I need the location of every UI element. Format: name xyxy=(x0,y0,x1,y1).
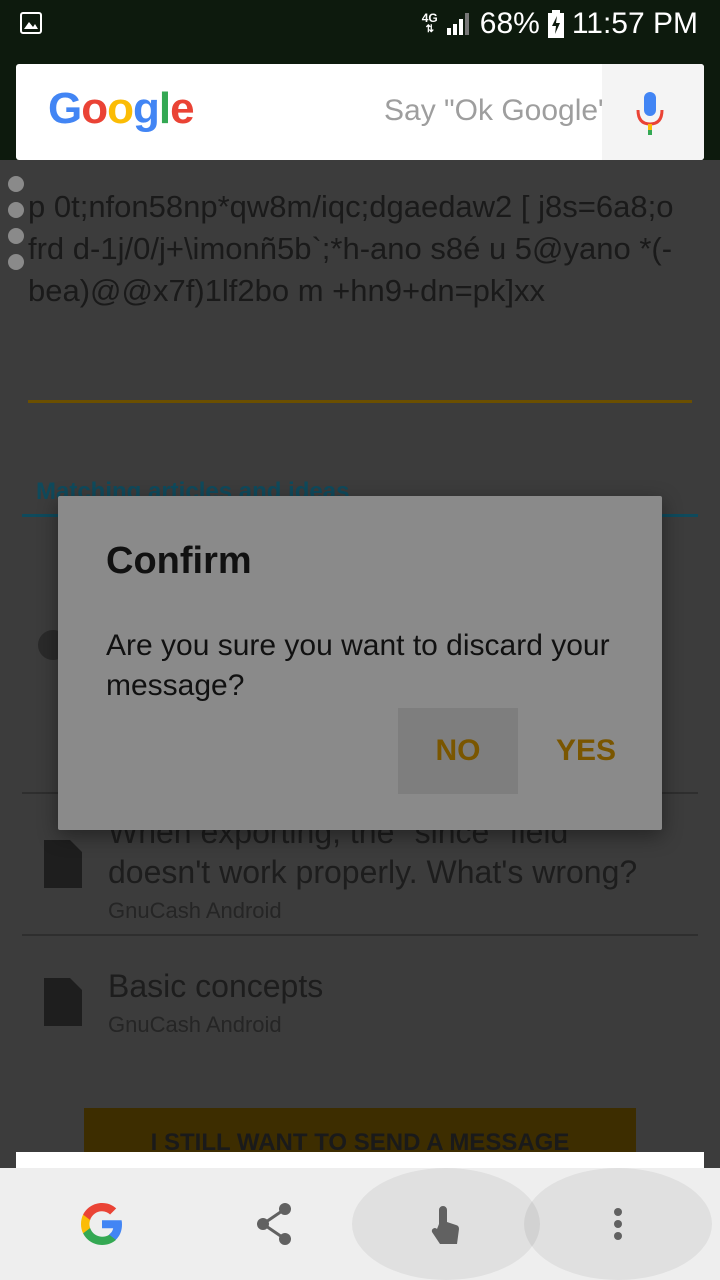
voice-search-button[interactable] xyxy=(602,64,704,160)
yes-button[interactable]: YES xyxy=(536,708,636,794)
message-field-underline xyxy=(28,400,692,403)
google-logo: Google xyxy=(48,84,195,133)
touch-icon xyxy=(431,1206,460,1244)
document-icon xyxy=(44,840,82,888)
google-app-button[interactable] xyxy=(16,1168,188,1280)
confirm-dialog: Confirm Are you sure you want to discard… xyxy=(58,496,662,830)
dialog-title: Confirm xyxy=(106,540,252,582)
dialog-message: Are you sure you want to discard your me… xyxy=(106,629,610,702)
more-vert-icon xyxy=(614,1208,622,1240)
article-title: Basic concepts xyxy=(108,968,324,1004)
search-hint: Say "Ok Google" xyxy=(384,94,609,127)
share-icon xyxy=(257,1203,291,1245)
image-notification-icon xyxy=(20,12,42,34)
document-icon xyxy=(44,978,82,1026)
article-title: doesn't work properly. What's wrong? xyxy=(108,854,638,890)
touch-button[interactable] xyxy=(360,1168,532,1280)
battery-charging-icon xyxy=(547,10,564,38)
article-item[interactable]: Basic concepts GnuCash Android xyxy=(22,934,698,1056)
no-button[interactable]: NO xyxy=(398,708,518,794)
network-type: 4G ⇅ xyxy=(421,11,438,35)
signal-icon xyxy=(446,13,469,35)
drag-handle[interactable] xyxy=(8,176,26,280)
message-field[interactable]: p 0t;nfon58np*qw8m/iqc;dgaedaw2 [ j8s=6a… xyxy=(28,186,688,312)
bottom-toolbar xyxy=(0,1168,720,1280)
google-search-bar[interactable]: Google Say "Ok Google" xyxy=(16,64,704,160)
article-source: GnuCash Android xyxy=(108,898,282,923)
share-button[interactable] xyxy=(188,1168,360,1280)
mic-icon xyxy=(636,92,664,135)
battery-percent: 68% xyxy=(479,7,540,40)
clock: 11:57 PM xyxy=(571,7,698,40)
status-bar: 4G ⇅ 68% 11:57 PM xyxy=(0,0,720,48)
more-options-button[interactable] xyxy=(532,1168,704,1280)
article-source: GnuCash Android xyxy=(108,1012,282,1037)
google-g-icon xyxy=(81,1203,122,1245)
